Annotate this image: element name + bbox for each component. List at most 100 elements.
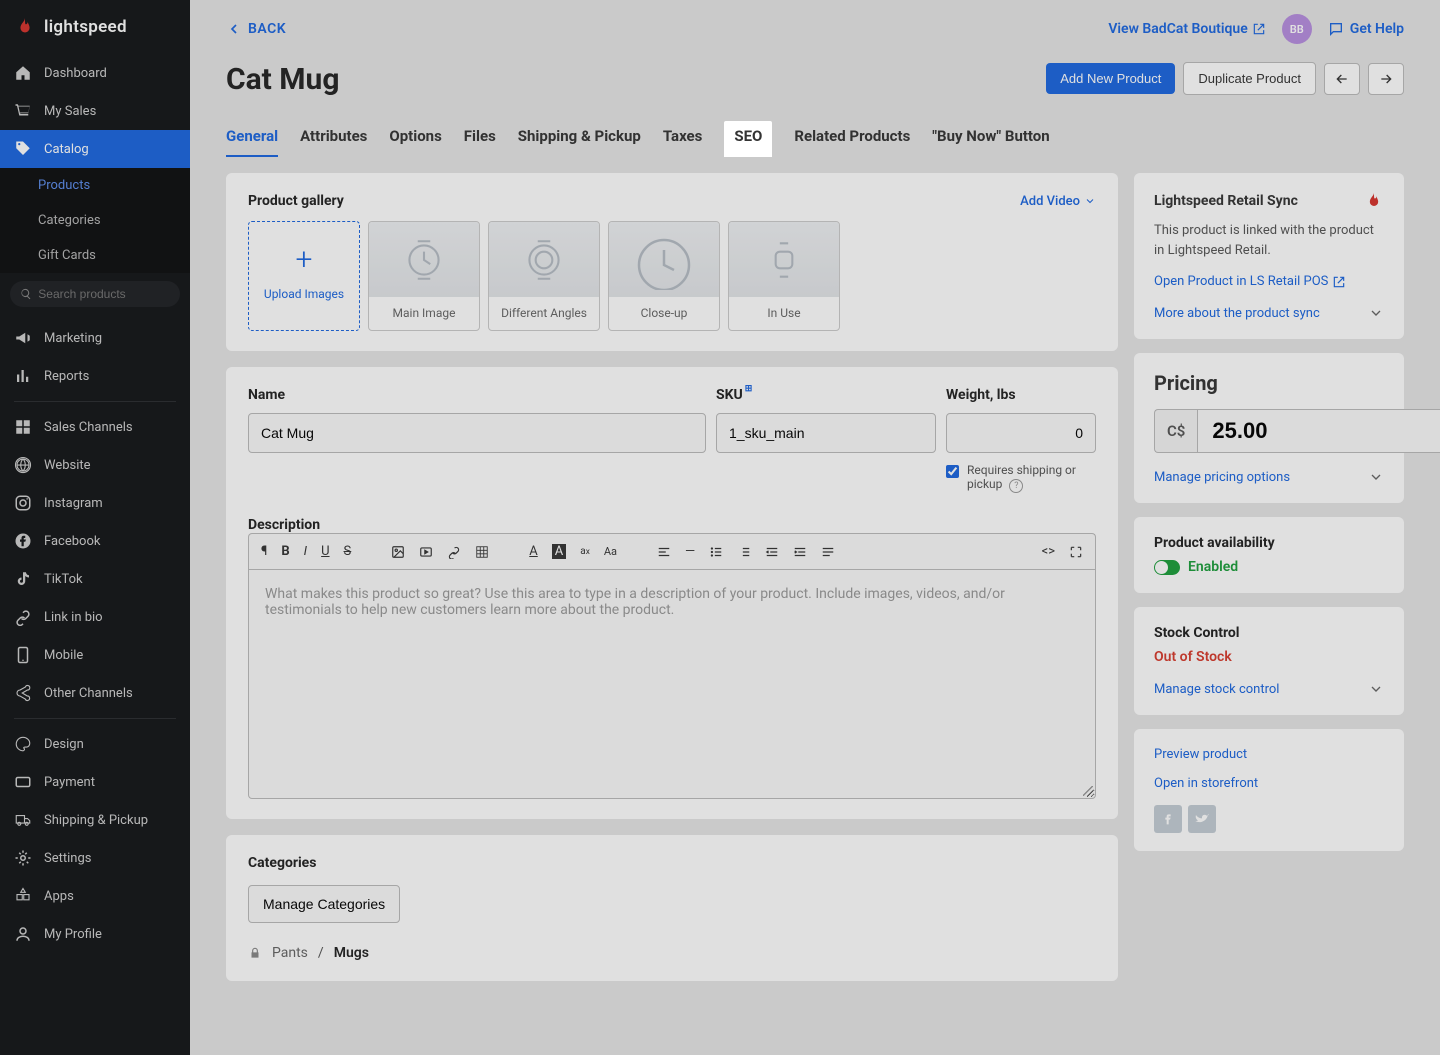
outdent-tool[interactable] (765, 545, 779, 559)
open-storefront-link[interactable]: Open in storefront (1154, 776, 1384, 791)
tab-attributes[interactable]: Attributes (300, 121, 367, 157)
paragraph-tool[interactable]: ¶ (261, 544, 267, 559)
description-label: Description (248, 517, 320, 533)
case-tool[interactable]: Aa (604, 545, 617, 558)
nav-reports[interactable]: Reports (0, 357, 190, 395)
share-facebook[interactable] (1154, 805, 1182, 833)
subscript-tool[interactable]: ax (580, 546, 590, 557)
logo[interactable]: lightspeed (0, 0, 190, 54)
gallery-tile-closeup[interactable]: Close-up (608, 221, 720, 331)
availability-status: Enabled (1188, 559, 1238, 575)
tab-related[interactable]: Related Products (794, 121, 910, 157)
indent-tool[interactable] (793, 545, 807, 559)
fullscreen-tool[interactable] (1069, 545, 1083, 559)
bold-tool[interactable]: B (281, 544, 289, 559)
hr-tool[interactable]: — (685, 544, 695, 559)
tab-shipping[interactable]: Shipping & Pickup (518, 121, 641, 157)
gallery-tile-angles[interactable]: Different Angles (488, 221, 600, 331)
nav-my-sales[interactable]: My Sales (0, 92, 190, 130)
info-icon[interactable]: ? (1009, 479, 1023, 493)
price-input[interactable] (1197, 409, 1440, 453)
tab-files[interactable]: Files (464, 121, 496, 157)
nav-mobile[interactable]: Mobile (0, 636, 190, 674)
tab-general[interactable]: General (226, 121, 278, 157)
nav-dashboard[interactable]: Dashboard (0, 54, 190, 92)
tab-buy-now[interactable]: "Buy Now" Button (932, 121, 1049, 157)
sku-input[interactable] (716, 413, 936, 453)
upload-images-tile[interactable]: + Upload Images (248, 221, 360, 331)
weight-input[interactable] (946, 413, 1096, 453)
search-input[interactable] (38, 287, 170, 301)
nav-design[interactable]: Design (0, 725, 190, 763)
open-in-pos-link[interactable]: Open Product in LS Retail POS (1154, 274, 1384, 289)
prev-product-button[interactable] (1324, 63, 1360, 95)
truck-icon (14, 811, 32, 829)
description-editor[interactable]: What makes this product so great? Use th… (248, 569, 1096, 799)
nav-my-profile[interactable]: My Profile (0, 915, 190, 953)
next-product-button[interactable] (1368, 63, 1404, 95)
video-tool[interactable] (419, 545, 433, 559)
nav-facebook[interactable]: Facebook (0, 522, 190, 560)
facebook-icon (1160, 811, 1176, 827)
nav-sales-channels[interactable]: Sales Channels (0, 408, 190, 446)
nav-apps[interactable]: Apps (0, 877, 190, 915)
align-left-tool[interactable] (657, 545, 671, 559)
nav-other-channels[interactable]: Other Channels (0, 674, 190, 712)
tab-taxes[interactable]: Taxes (663, 121, 703, 157)
nav-marketing[interactable]: Marketing (0, 319, 190, 357)
nav-payment[interactable]: Payment (0, 763, 190, 801)
number-list-tool[interactable] (737, 545, 751, 559)
search-icon (20, 287, 32, 301)
name-input[interactable] (248, 413, 706, 453)
lock-icon (248, 946, 262, 960)
avatar[interactable]: BB (1282, 14, 1312, 44)
home-icon (14, 64, 32, 82)
link-tool[interactable] (447, 545, 461, 559)
more-about-sync[interactable]: More about the product sync (1154, 305, 1384, 321)
bullet-list-tool[interactable] (709, 545, 723, 559)
nav-shipping[interactable]: Shipping & Pickup (0, 801, 190, 839)
flame-icon (1364, 191, 1384, 211)
sidebar-search[interactable] (10, 281, 180, 307)
get-help-link[interactable]: Get Help (1328, 21, 1404, 37)
tab-options[interactable]: Options (389, 121, 441, 157)
stock-card: Stock Control Out of Stock Manage stock … (1134, 607, 1404, 715)
underline-tool[interactable]: U (321, 544, 329, 559)
view-store-link[interactable]: View BadCat Boutique (1108, 21, 1265, 37)
nav-settings[interactable]: Settings (0, 839, 190, 877)
table-tool[interactable] (475, 545, 489, 559)
duplicate-product-button[interactable]: Duplicate Product (1183, 62, 1316, 95)
sku-label: SKU (716, 387, 936, 403)
nav-website[interactable]: Website (0, 446, 190, 484)
gallery-tile-inuse[interactable]: In Use (728, 221, 840, 331)
add-product-button[interactable]: Add New Product (1046, 63, 1175, 94)
manage-categories-button[interactable]: Manage Categories (248, 885, 400, 923)
gallery-tile-main[interactable]: Main Image (368, 221, 480, 331)
subnav-products[interactable]: Products (0, 168, 190, 203)
image-tool[interactable] (391, 545, 405, 559)
manage-stock[interactable]: Manage stock control (1154, 681, 1384, 697)
subnav-categories[interactable]: Categories (0, 203, 190, 238)
nav-tiktok[interactable]: TikTok (0, 560, 190, 598)
manage-pricing[interactable]: Manage pricing options (1154, 469, 1384, 485)
highlight-tool[interactable]: A (552, 544, 566, 559)
requires-shipping-checkbox[interactable] (946, 465, 959, 478)
tab-seo[interactable]: SEO (724, 121, 772, 157)
preview-product-link[interactable]: Preview product (1154, 747, 1384, 762)
subnav-gift-cards[interactable]: Gift Cards (0, 238, 190, 273)
divider (14, 401, 176, 402)
availability-toggle[interactable] (1154, 560, 1180, 575)
align-tool[interactable] (821, 545, 835, 559)
strike-tool[interactable]: S (344, 544, 352, 559)
italic-tool[interactable]: I (304, 544, 307, 559)
share-twitter[interactable] (1188, 805, 1216, 833)
nav-instagram[interactable]: Instagram (0, 484, 190, 522)
twitter-icon (1194, 811, 1210, 827)
back-link[interactable]: BACK (226, 21, 286, 37)
nav-link-in-bio[interactable]: Link in bio (0, 598, 190, 636)
color-tool[interactable]: A (529, 544, 537, 559)
categories-title: Categories (248, 855, 1096, 871)
add-video-link[interactable]: Add Video (1020, 194, 1096, 209)
code-tool[interactable]: <> (1042, 544, 1055, 559)
nav-catalog[interactable]: Catalog (0, 130, 190, 168)
